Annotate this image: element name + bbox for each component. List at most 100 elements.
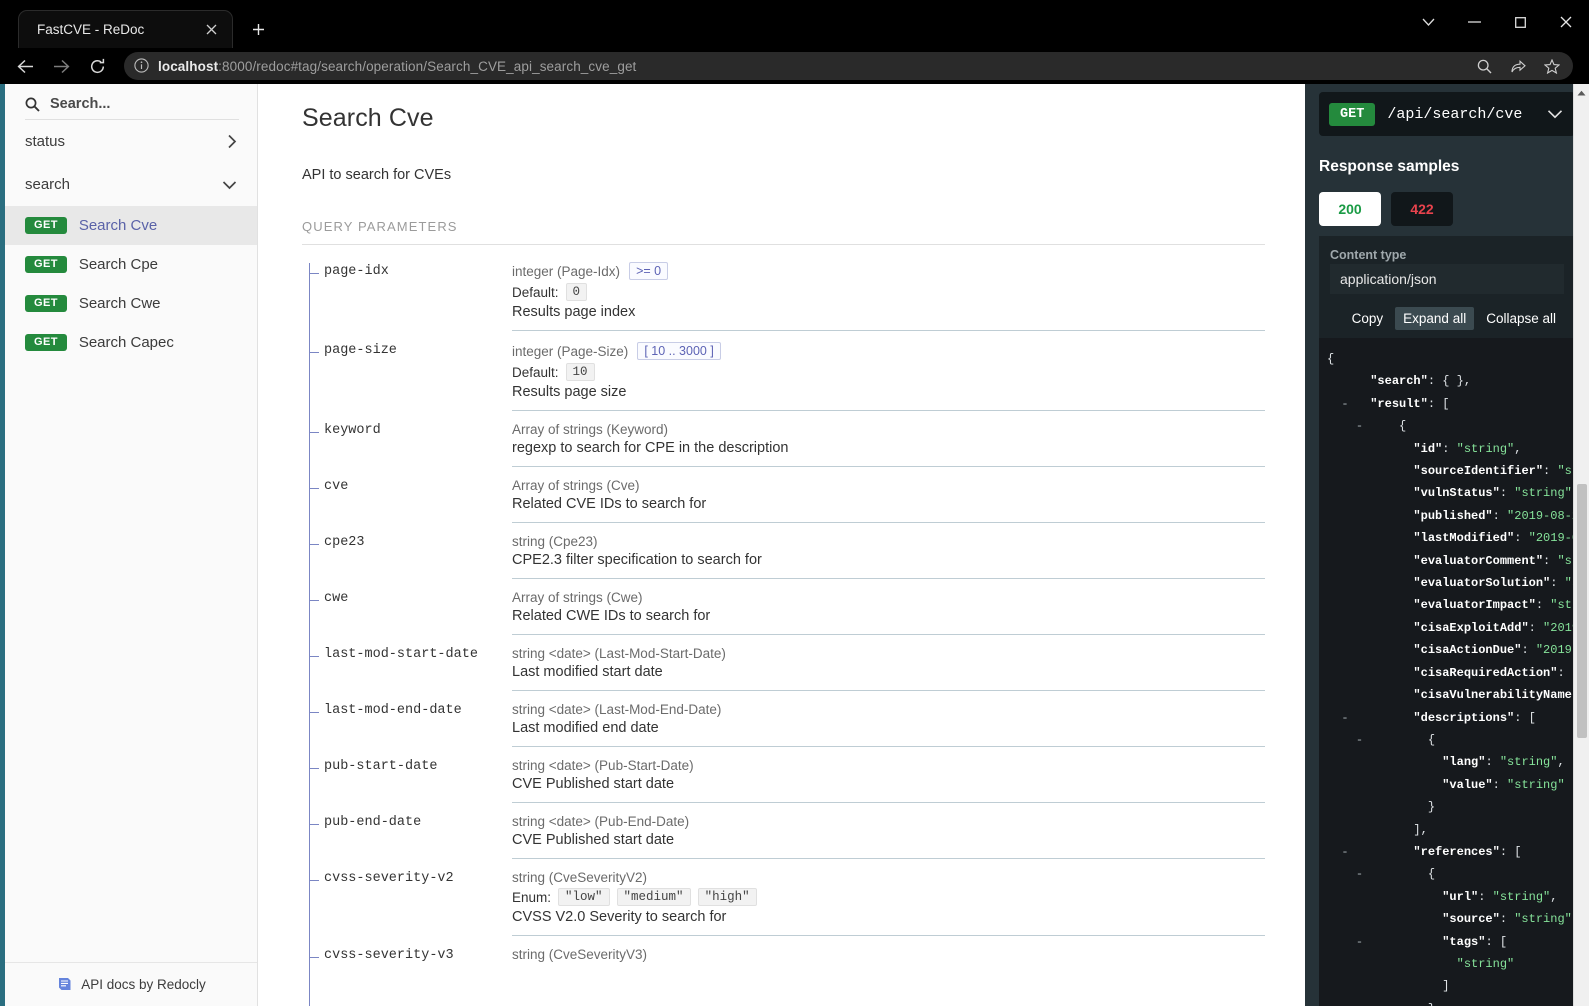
parameter-description: Results page index <box>512 304 636 320</box>
share-icon[interactable] <box>1505 54 1531 78</box>
query-parameters-header: QUERY PARAMETERS <box>302 219 1265 245</box>
maximize-icon[interactable] <box>1497 0 1543 44</box>
tab-strip: FastCVE - ReDoc <box>0 0 275 48</box>
site-info-icon[interactable] <box>134 58 150 74</box>
sidebar-item-search-cve[interactable]: GET Search Cve <box>5 206 257 245</box>
parameter-enum-value: "high" <box>697 888 757 906</box>
parameter-description: Last modified end date <box>512 720 659 736</box>
parameter-name: last-mod-end-date <box>309 690 512 736</box>
parameter-row: cwe Array of strings (Cwe) Related CWE I… <box>309 578 1265 634</box>
parameter-enum-value: "medium" <box>616 888 691 906</box>
sidebar-item-search-cwe[interactable]: GET Search Cwe <box>5 284 257 323</box>
parameter-type: string (CveSeverityV3) <box>512 947 648 962</box>
http-method-badge: GET <box>1329 102 1376 126</box>
parameter-description: Last modified start date <box>512 664 663 680</box>
parameter-type: integer (Page-Size) <box>512 343 629 359</box>
copy-button[interactable]: Copy <box>1344 307 1392 330</box>
http-method-badge: GET <box>25 217 67 234</box>
parameter-name: cvss-severity-v2 <box>309 858 512 925</box>
http-method-badge: GET <box>25 334 67 351</box>
star-icon[interactable] <box>1539 54 1565 78</box>
parameter-type: integer (Page-Idx) <box>512 263 621 279</box>
forward-arrow-icon[interactable] <box>44 51 78 81</box>
api-description: API to search for CVEs <box>302 167 452 183</box>
parameter-description: CVE Published start date <box>512 832 675 848</box>
search-input[interactable] <box>50 96 239 112</box>
parameter-type: string <date> (Pub-Start-Date) <box>512 758 694 773</box>
parameter-type: Array of strings (Keyword) <box>512 422 669 437</box>
parameter-default-label: Default: <box>512 284 559 300</box>
parameter-description: regexp to search for CPE in the descript… <box>512 440 789 456</box>
sidebar-group-status[interactable]: status <box>5 120 257 163</box>
url-path: :8000/redoc#tag/search/operation/Search_… <box>218 58 637 74</box>
chevron-down-icon[interactable] <box>1547 109 1563 119</box>
parameter-name: cwe <box>309 578 512 624</box>
parameter-row: cve Array of strings (Cve) Related CVE I… <box>309 466 1265 522</box>
parameter-name: page-idx <box>309 262 512 320</box>
parameter-row: cpe23 string (Cpe23) CPE2.3 filter speci… <box>309 522 1265 578</box>
page-scrollbar[interactable] <box>1573 84 1589 1006</box>
parameter-description: Related CWE IDs to search for <box>512 608 711 624</box>
sidebar-item-label: Search Cwe <box>78 295 161 312</box>
json-code-sample[interactable]: { "search": { }, - "result": [ - { "id":… <box>1319 338 1575 1006</box>
endpoint-bar[interactable]: GET /api/search/cve <box>1319 92 1575 136</box>
parameter-type: string (Cpe23) <box>512 534 598 549</box>
window-controls <box>1405 0 1589 44</box>
http-method-badge: GET <box>25 295 67 312</box>
parameter-description: CVSS V2.0 Severity to search for <box>512 909 727 925</box>
http-method-badge: GET <box>25 256 67 273</box>
search-icon <box>25 97 40 112</box>
close-icon[interactable] <box>1543 0 1589 44</box>
url-host: localhost <box>158 58 219 74</box>
chevron-down-icon[interactable] <box>1405 0 1451 44</box>
parameter-description: Related CVE IDs to search for <box>512 496 707 512</box>
address-bar[interactable]: localhost:8000/redoc#tag/search/operatio… <box>124 52 1573 80</box>
content-type-value[interactable]: application/json <box>1330 264 1564 294</box>
expand-all-button[interactable]: Expand all <box>1395 307 1475 330</box>
page-title: Search Cve <box>302 104 434 132</box>
parameter-row: pub-end-date string <date> (Pub-End-Date… <box>309 802 1265 858</box>
reload-icon[interactable] <box>80 51 114 81</box>
collapse-all-button[interactable]: Collapse all <box>1478 307 1564 330</box>
parameter-row: keyword Array of strings (Keyword) regex… <box>309 410 1265 466</box>
parameter-type: Array of strings (Cwe) <box>512 590 643 605</box>
parameter-name: last-mod-start-date <box>309 634 512 680</box>
close-icon[interactable] <box>200 19 222 41</box>
sidebar-item-search-cpe[interactable]: GET Search Cpe <box>5 245 257 284</box>
chevron-down-icon <box>222 180 237 190</box>
sidebar-footer[interactable]: API docs by Redocly <box>5 962 257 1006</box>
sidebar-group-search[interactable]: search <box>5 163 257 206</box>
browser-titlebar: FastCVE - ReDoc <box>0 0 1589 48</box>
endpoint-path: /api/search/cve <box>1387 105 1523 123</box>
scroll-up-arrow-icon[interactable] <box>1574 84 1589 101</box>
parameter-row: last-mod-start-date string <date> (Last-… <box>309 634 1265 690</box>
back-arrow-icon[interactable] <box>8 51 42 81</box>
parameter-type: string <date> (Last-Mod-Start-Date) <box>512 646 726 661</box>
parameter-row: pub-start-date string <date> (Pub-Start-… <box>309 746 1265 802</box>
scrollbar-thumb[interactable] <box>1577 484 1587 738</box>
parameter-enum-label: Enum: <box>512 889 552 905</box>
parameter-type: string <date> (Pub-End-Date) <box>512 814 690 829</box>
search-icon[interactable] <box>1471 54 1497 78</box>
parameter-default-value: 0 <box>565 283 588 301</box>
parameter-name: page-size <box>309 330 512 400</box>
sidebar-item-search-capec[interactable]: GET Search Capec <box>5 323 257 362</box>
sidebar-item-label: Search Cve <box>78 217 158 234</box>
parameter-default-value: 10 <box>565 363 595 381</box>
parameter-default-label: Default: <box>512 364 559 380</box>
parameter-row: cvss-severity-v3 string (CveSeverityV3) <box>309 935 1265 975</box>
chevron-right-icon <box>227 134 237 149</box>
status-tab-200[interactable]: 200 <box>1319 192 1381 226</box>
sidebar-group-label: search <box>25 176 71 193</box>
browser-tab[interactable]: FastCVE - ReDoc <box>18 10 233 48</box>
status-tab-422[interactable]: 422 <box>1391 192 1453 226</box>
sidebar-footer-label: API docs by Redocly <box>81 977 206 992</box>
parameter-enum-value: "low" <box>558 888 610 906</box>
content-type-label: Content type <box>1330 248 1407 262</box>
minimize-icon[interactable] <box>1451 0 1497 44</box>
sidebar-search[interactable] <box>25 96 239 120</box>
parameter-constraint: [ 10 .. 3000 ] <box>637 342 721 360</box>
sidebar-group-label: status <box>25 133 66 150</box>
new-tab-button[interactable] <box>241 12 275 46</box>
parameter-description: CVE Published start date <box>512 776 675 792</box>
